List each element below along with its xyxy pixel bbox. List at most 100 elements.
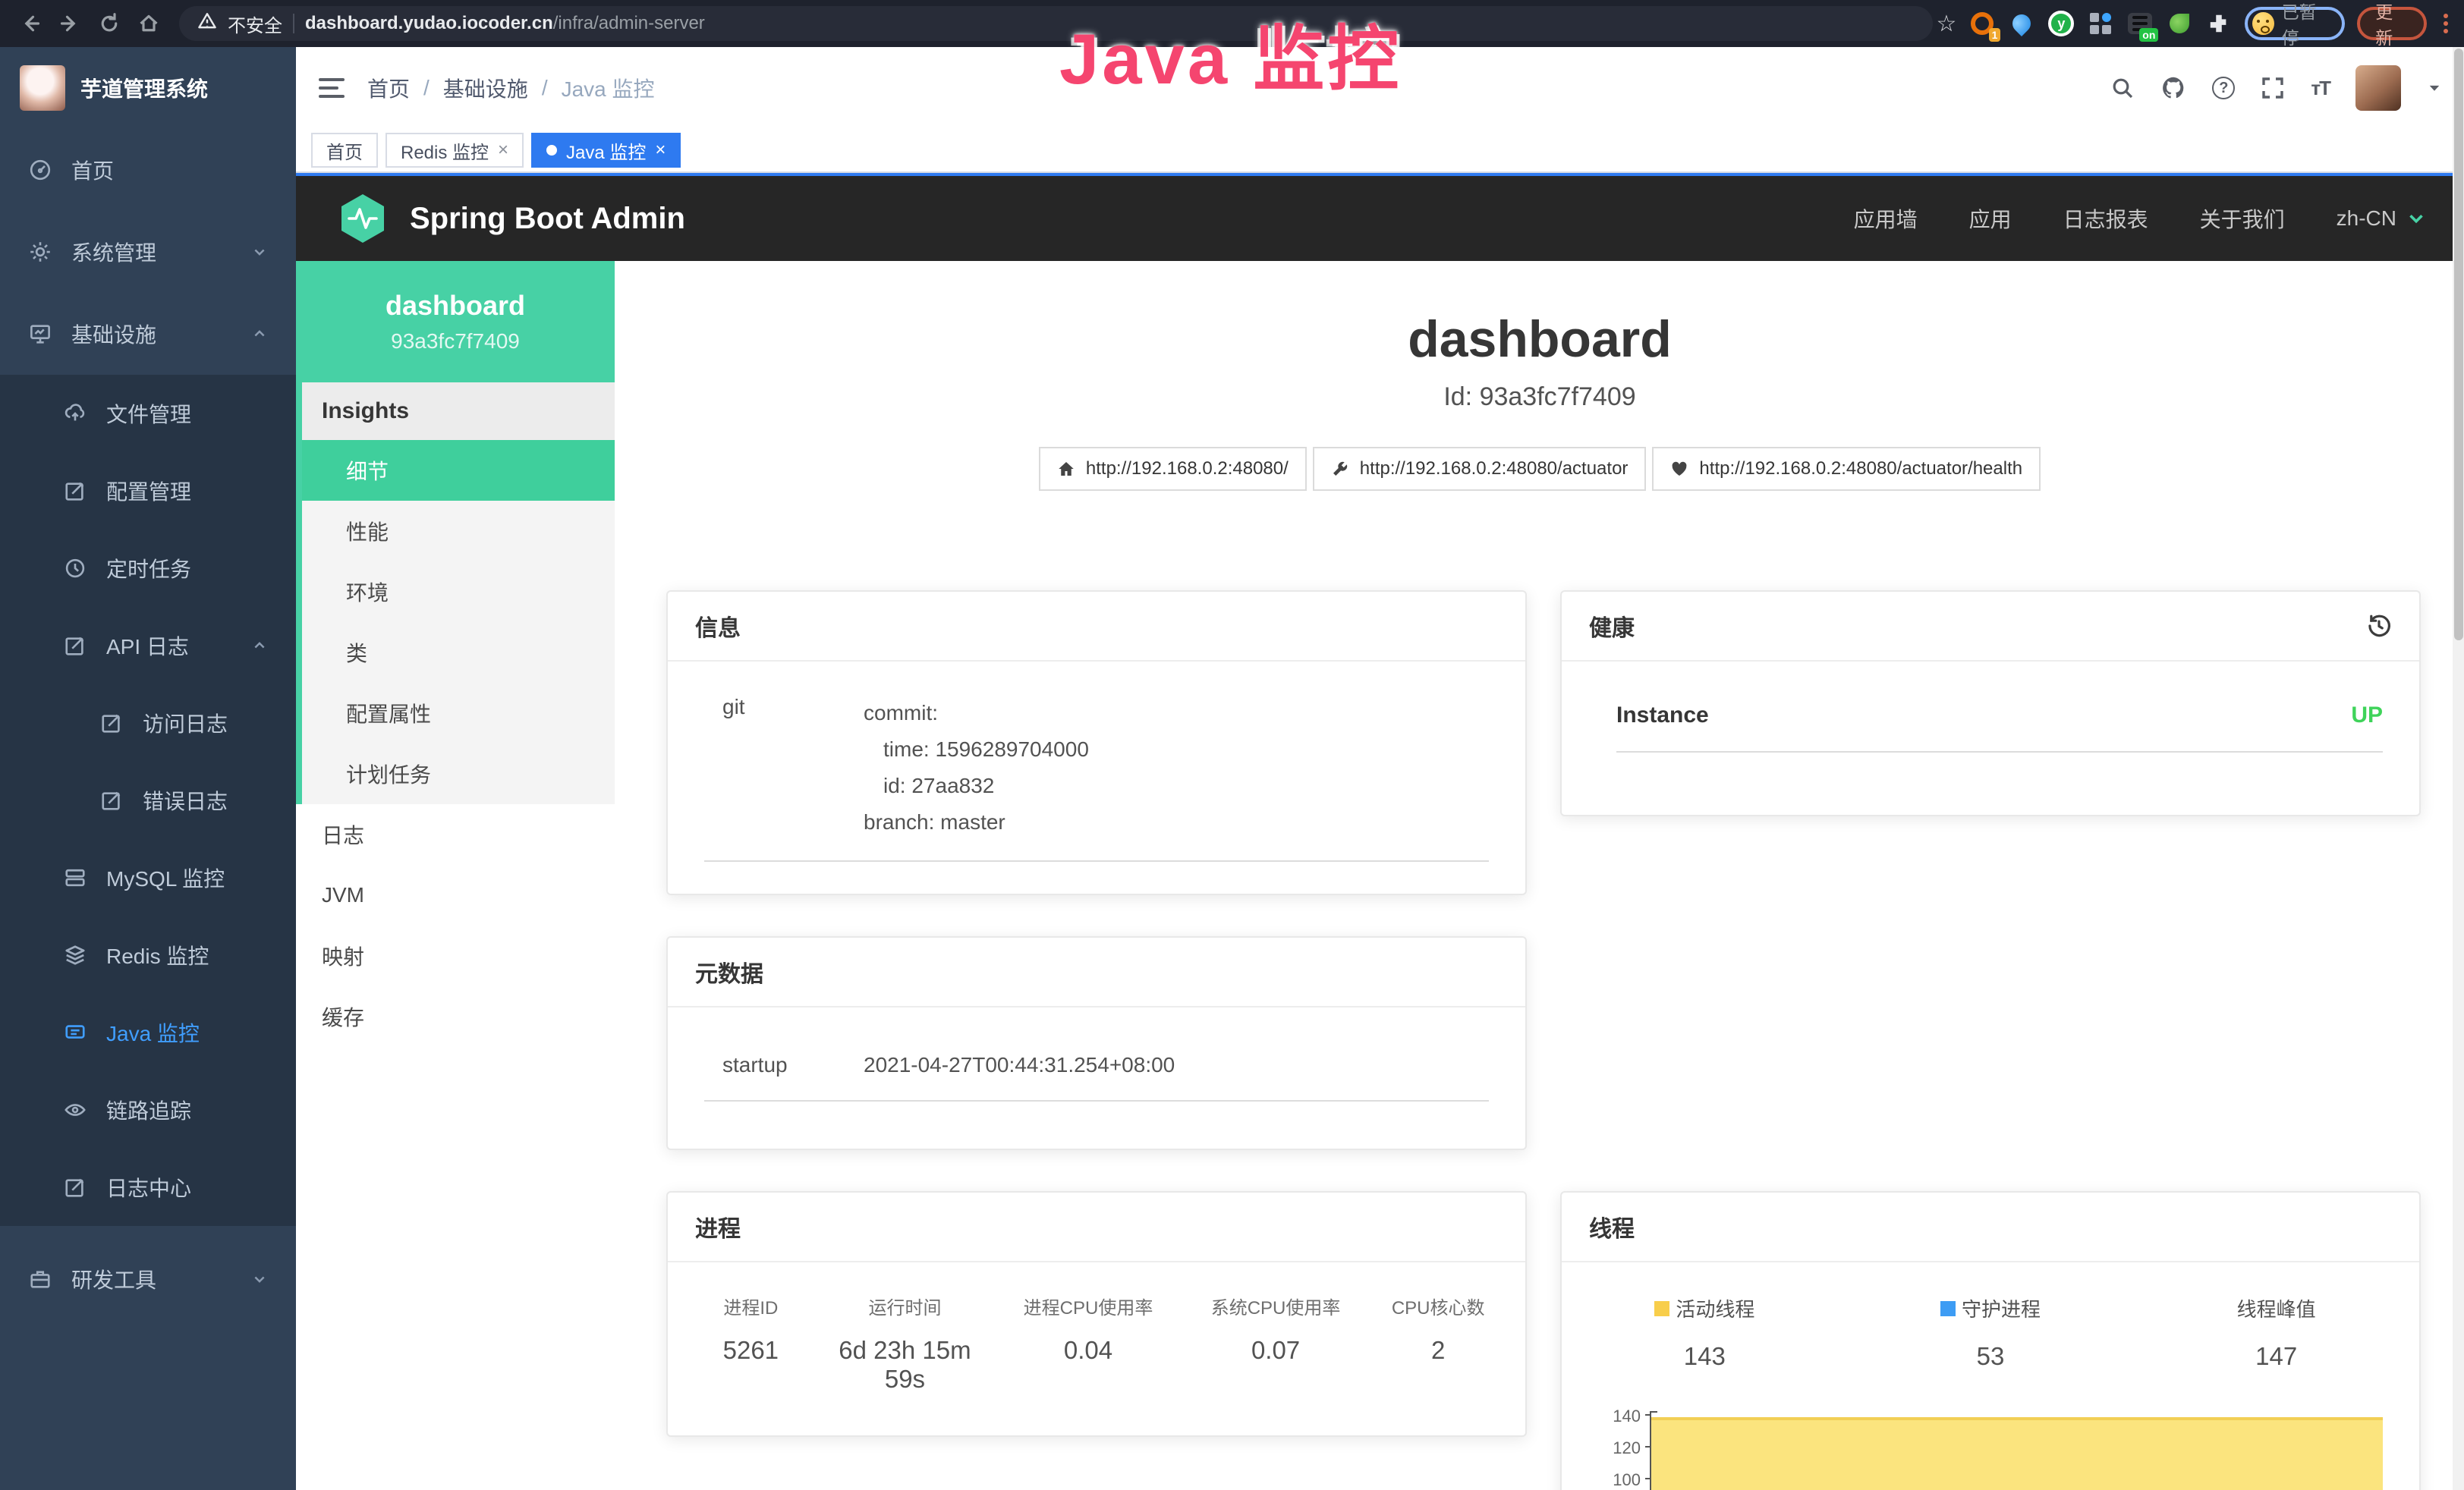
close-icon[interactable]: ×: [498, 140, 508, 161]
metadata-value: 2021-04-27T00:44:31.254+08:00: [864, 1053, 1175, 1077]
home-toolbar-icon[interactable]: [131, 5, 167, 42]
history-icon[interactable]: [2366, 613, 2392, 639]
process-table: 进程ID5261 运行时间6d 23h 15m 59s 进程CPU使用率0.04…: [668, 1293, 1525, 1394]
sba-item-mappings[interactable]: 映射: [296, 926, 615, 986]
extension-switch-icon[interactable]: on: [2126, 10, 2154, 37]
scrollbar-thumb: [2454, 49, 2463, 640]
threads-legend: 活动线程 143 守护进程 53 线程峰值 147: [1562, 1294, 2419, 1371]
process-card: 进程 进程ID5261 运行时间6d 23h 15m 59s 进程CPU使用率0…: [666, 1191, 1527, 1437]
help-icon[interactable]: ?: [2212, 77, 2235, 99]
sidebar-item-files[interactable]: 文件管理: [0, 375, 296, 452]
breadcrumb: 首页 / 基础设施 / Java 监控: [367, 73, 655, 103]
hamburger-icon[interactable]: [319, 78, 345, 98]
sba-nav-about[interactable]: 关于我们: [2200, 203, 2285, 234]
reload-icon[interactable]: [91, 5, 127, 42]
sidebar-item-jobs[interactable]: 定时任务: [0, 530, 296, 607]
sba-item-config-props[interactable]: 配置属性: [302, 683, 615, 743]
github-icon[interactable]: [2160, 75, 2186, 101]
sba-nav-applications[interactable]: 应用: [1969, 203, 2012, 234]
address-bar[interactable]: 不安全 dashboard.yudao.iocoder.cn/infra/adm…: [179, 6, 1933, 41]
breadcrumb-infra[interactable]: 基础设施: [443, 73, 528, 103]
sba-item-classes[interactable]: 类: [302, 622, 615, 683]
extensions-area: ☆ 1 y on 已暂停 更新: [1936, 7, 2453, 40]
extension-orange-icon[interactable]: 1: [1968, 10, 1996, 37]
sidebar-item-redis[interactable]: Redis 监控: [0, 916, 296, 994]
sba-item-environment[interactable]: 环境: [302, 561, 615, 622]
edit-icon: [100, 789, 123, 812]
status-badge: UP: [2351, 703, 2383, 728]
sidebar-item-dev-tools[interactable]: 研发工具: [0, 1238, 296, 1320]
page-title: dashboard: [615, 310, 2464, 369]
git-info-row: git commit: time: 1596289704000 id: 27aa…: [722, 695, 1489, 841]
health-url-button[interactable]: http://192.168.0.2:48080/actuator/health: [1652, 447, 2041, 491]
sidebar-item-mysql[interactable]: MySQL 监控: [0, 839, 296, 916]
instance-name: dashboard: [385, 290, 525, 322]
text-size-icon[interactable]: тT: [2311, 77, 2330, 100]
service-url-button[interactable]: http://192.168.0.2:48080/: [1039, 447, 1307, 491]
breadcrumb-current: Java 监控: [562, 73, 655, 103]
heart-icon: [1670, 460, 1688, 478]
sba-item-jvm[interactable]: JVM: [296, 865, 615, 926]
extensions-puzzle-icon[interactable]: [2205, 10, 2233, 37]
health-row-label: Instance: [1616, 703, 1709, 728]
sidebar-item-log-center[interactable]: 日志中心: [0, 1149, 296, 1226]
sidebar-item-java-monitor[interactable]: Java 监控: [0, 994, 296, 1071]
sidebar-item-error-log[interactable]: 错误日志: [0, 762, 296, 839]
sba-navbar: Spring Boot Admin 应用墙 应用 日志报表 关于我们 zh-CN: [296, 176, 2464, 261]
edit-icon: [64, 634, 87, 657]
sidebar-item-config[interactable]: 配置管理: [0, 452, 296, 530]
startup-row: startup 2021-04-27T00:44:31.254+08:00: [704, 1053, 1489, 1102]
app-logo-row[interactable]: 芋道管理系统: [0, 47, 296, 129]
sba-instance-header[interactable]: dashboard 93a3fc7f7409: [296, 261, 615, 382]
tab-home[interactable]: 首页: [311, 133, 378, 168]
url-text[interactable]: dashboard.yudao.iocoder.cn/infra/admin-s…: [305, 13, 705, 34]
extension-leaf-icon[interactable]: [2166, 10, 2193, 37]
extension-grid-icon[interactable]: [2087, 10, 2114, 37]
close-icon[interactable]: ×: [655, 140, 666, 161]
sba-item-logs[interactable]: 日志: [296, 804, 615, 865]
sba-item-metrics[interactable]: 性能: [302, 501, 615, 561]
timer-icon: [64, 557, 87, 580]
profile-paused-chip[interactable]: 已暂停: [2245, 7, 2345, 40]
actuator-url-button[interactable]: http://192.168.0.2:48080/actuator: [1313, 447, 1647, 491]
avatar[interactable]: [2355, 65, 2401, 111]
sba-item-scheduled-tasks[interactable]: 计划任务: [302, 743, 615, 804]
sidebar-item-access-log[interactable]: 访问日志: [0, 684, 296, 762]
bookmark-star-icon[interactable]: ☆: [1936, 11, 1956, 37]
sidebar-item-tracing[interactable]: 链路追踪: [0, 1071, 296, 1149]
browser-menu-icon[interactable]: [2439, 14, 2453, 33]
update-button[interactable]: 更新: [2357, 7, 2427, 40]
health-instance-row[interactable]: Instance UP: [1616, 703, 2383, 753]
security-label[interactable]: 不安全: [228, 11, 282, 37]
user-caret-icon[interactable]: [2427, 80, 2442, 96]
sidebar-item-home[interactable]: 首页: [0, 129, 296, 211]
sba-item-caches[interactable]: 缓存: [296, 986, 615, 1047]
extension-y-icon[interactable]: y: [2047, 10, 2075, 37]
info-card: 信息 git commit: time: 1596289704000 id: 2…: [666, 590, 1527, 895]
tab-redis-monitor[interactable]: Redis 监控×: [385, 133, 524, 168]
sba-item-details[interactable]: 细节: [302, 440, 615, 501]
sidebar-item-system[interactable]: 系统管理: [0, 211, 296, 293]
sba-language-select[interactable]: zh-CN: [2337, 206, 2425, 231]
scrollbar[interactable]: [2453, 47, 2464, 1490]
sba-brand-title: Spring Boot Admin: [410, 202, 685, 236]
back-icon[interactable]: [12, 5, 49, 42]
warning-icon: [197, 11, 217, 36]
layers-icon: [64, 944, 87, 967]
screen: 不安全 dashboard.yudao.iocoder.cn/infra/adm…: [0, 0, 2464, 1490]
fullscreen-icon[interactable]: [2261, 76, 2285, 100]
sba-brand[interactable]: Spring Boot Admin: [335, 191, 685, 246]
search-icon[interactable]: [2110, 76, 2135, 100]
sidebar-item-infra[interactable]: 基础设施: [0, 293, 296, 375]
sba-nav-wallboard[interactable]: 应用墙: [1854, 203, 1918, 234]
active-dot: [546, 145, 557, 156]
peak-threads-value: 147: [2133, 1342, 2419, 1371]
tab-java-monitor[interactable]: Java 监控×: [531, 133, 681, 168]
threads-chart: 140 120 100: [1589, 1372, 2383, 1490]
breadcrumb-home[interactable]: 首页: [367, 73, 410, 103]
sidebar-item-api-log[interactable]: API 日志: [0, 607, 296, 684]
sba-nav-journal[interactable]: 日志报表: [2063, 203, 2148, 234]
extension-pin-icon[interactable]: [2008, 10, 2035, 37]
threads-card-title: 线程: [1589, 1210, 1635, 1243]
forward-icon[interactable]: [52, 5, 88, 42]
